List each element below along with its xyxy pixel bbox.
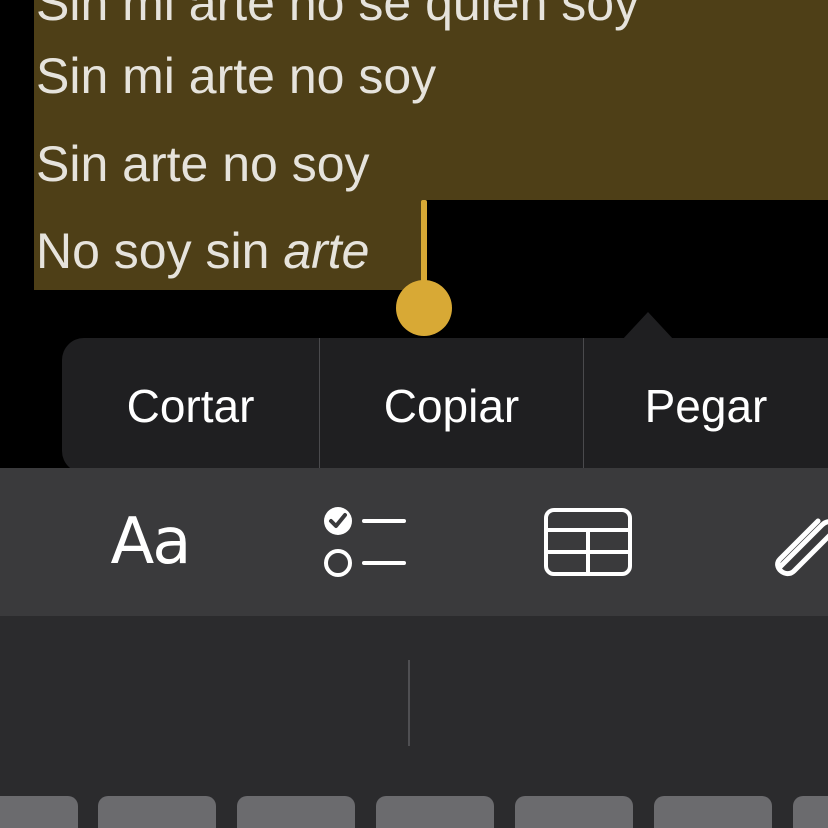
paperclip-icon <box>775 518 828 577</box>
keyboard <box>0 616 828 828</box>
copy-button[interactable]: Copiar <box>320 338 583 473</box>
keyboard-key[interactable] <box>793 796 828 828</box>
paste-button[interactable]: Pegar <box>584 338 828 473</box>
edit-menu: Cortar Copiar Pegar <box>62 338 828 473</box>
keyboard-key[interactable] <box>515 796 633 828</box>
keyboard-trackpad-divider <box>408 660 410 746</box>
keyboard-key[interactable] <box>376 796 494 828</box>
keyboard-key[interactable] <box>237 796 355 828</box>
selection-end-handle-bar[interactable] <box>421 200 427 290</box>
checklist-button[interactable] <box>315 468 415 616</box>
note-line[interactable]: Sin mi arte no soy <box>36 51 436 101</box>
keyboard-key[interactable] <box>654 796 772 828</box>
note-line[interactable]: Sin mi arte no sé quién soy <box>36 0 639 28</box>
table-button[interactable] <box>540 468 635 616</box>
attachment-button[interactable] <box>755 468 828 616</box>
checklist-icon <box>324 507 406 577</box>
keyboard-key[interactable] <box>98 796 216 828</box>
keyboard-key[interactable] <box>0 796 78 828</box>
format-button[interactable]: Aa <box>90 468 210 616</box>
formatting-toolbar: Aa <box>0 468 828 616</box>
table-icon <box>543 508 632 576</box>
format-icon: Aa <box>110 505 192 579</box>
note-line[interactable]: Sin arte no soy <box>36 139 370 189</box>
note-line-text: No soy sin <box>36 223 284 279</box>
note-line[interactable]: No soy sin arte <box>36 226 370 276</box>
selection-end-handle[interactable] <box>396 280 452 336</box>
cut-button[interactable]: Cortar <box>62 338 319 473</box>
note-line-italic-text: arte <box>283 223 370 279</box>
edit-menu-pointer <box>622 312 674 340</box>
notes-screen: Sin mi arte no sé quién soy Sin mi arte … <box>0 0 828 828</box>
